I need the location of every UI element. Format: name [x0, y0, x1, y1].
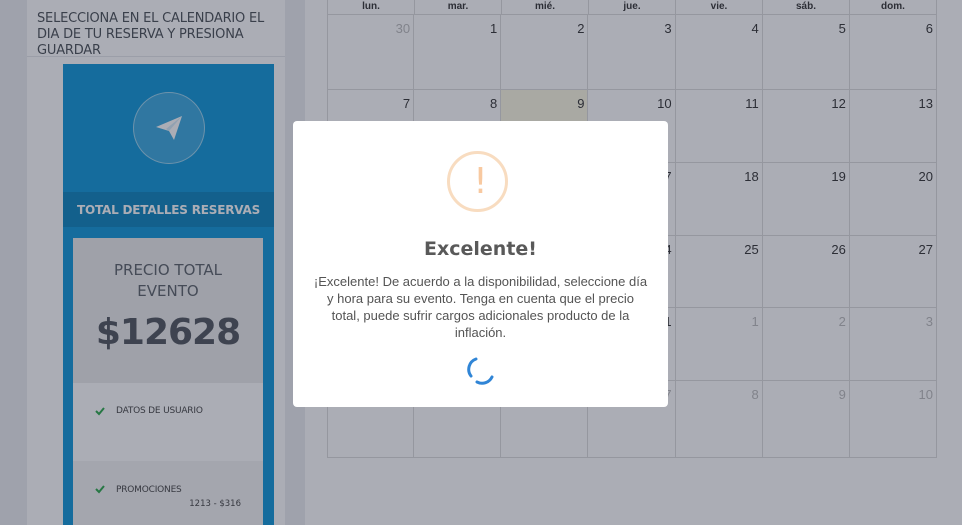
- warning-glyph: !: [473, 161, 488, 202]
- dialog-message: ¡Excelente! De acuerdo a la disponibilid…: [313, 274, 648, 340]
- alert-dialog: ! Excelente! ¡Excelente! De acuerdo a la…: [293, 121, 668, 407]
- loading-spinner-icon: [467, 357, 494, 385]
- page: SELECCIONA EN EL CALENDARIO EL DIA DE TU…: [0, 0, 962, 525]
- dialog-title: Excelente!: [424, 238, 537, 260]
- warning-icon: !: [447, 151, 508, 212]
